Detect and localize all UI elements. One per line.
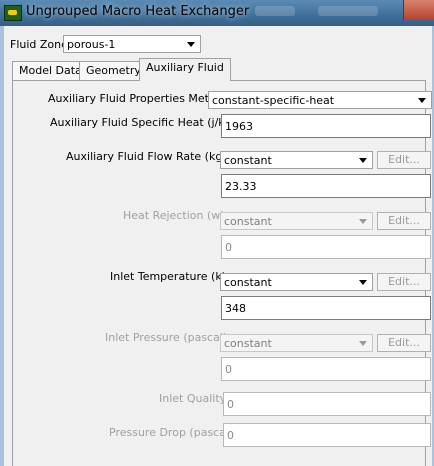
chevron-down-icon — [418, 98, 426, 103]
pressure-drop-value: 0 — [227, 429, 234, 442]
heat-rejection-label: Heat Rejection (w) — [123, 209, 225, 222]
window-title: Ungrouped Macro Heat Exchanger — [26, 4, 250, 19]
inlet-temperature-method-value: constant — [224, 276, 272, 289]
heat-rejection-method-value: constant — [224, 215, 272, 228]
inlet-pressure-input: 0 — [221, 357, 431, 381]
inlet-pressure-edit-button: Edit... — [377, 334, 431, 352]
chevron-down-icon — [359, 158, 367, 163]
inlet-quality-label: Inlet Quality — [159, 392, 227, 405]
heat-rejection-method-dropdown: constant — [220, 212, 373, 230]
flow-rate-edit-button[interactable]: Edit... — [377, 151, 431, 169]
fluid-zone-label: Fluid Zone — [10, 38, 68, 51]
flow-rate-label: Auxiliary Fluid Flow Rate (kg/s) — [66, 150, 237, 163]
properties-method-label: Auxiliary Fluid Properties Method — [48, 92, 230, 105]
titlebar-blur — [255, 6, 295, 16]
flow-rate-value: 23.33 — [225, 180, 257, 193]
inlet-temperature-value: 348 — [225, 302, 246, 315]
tab-auxiliary-fluid[interactable]: Auxiliary Fluid — [139, 58, 231, 81]
fluid-zone-dropdown[interactable]: porous-1 — [63, 35, 201, 53]
flow-rate-method-dropdown[interactable]: constant — [220, 151, 373, 169]
heat-rejection-value: 0 — [225, 241, 232, 254]
heat-rejection-input: 0 — [221, 235, 431, 259]
inlet-temperature-method-dropdown[interactable]: constant — [220, 273, 373, 291]
flow-rate-input[interactable]: 23.33 — [221, 174, 431, 198]
inlet-quality-value: 0 — [227, 398, 234, 411]
tab-model-data[interactable]: Model Data — [12, 61, 89, 80]
close-button[interactable] — [403, 0, 434, 20]
chevron-down-icon — [359, 280, 367, 285]
pressure-drop-input: 0 — [223, 423, 431, 447]
titlebar-blur — [318, 6, 378, 16]
inlet-temperature-label: Inlet Temperature (k) — [110, 270, 226, 283]
heat-rejection-edit-button: Edit... — [377, 212, 431, 230]
inlet-temperature-input[interactable]: 348 — [221, 296, 431, 320]
tab-geometry[interactable]: Geometry — [79, 61, 148, 80]
title-bar: Ungrouped Macro Heat Exchanger — [0, 0, 434, 26]
app-icon — [4, 5, 22, 21]
chevron-down-icon — [359, 341, 367, 346]
properties-method-dropdown[interactable]: constant-specific-heat — [208, 91, 432, 109]
inlet-pressure-value: 0 — [225, 363, 232, 376]
chevron-down-icon — [187, 42, 195, 47]
inlet-pressure-method-dropdown: constant — [220, 334, 373, 352]
specific-heat-label: Auxiliary Fluid Specific Heat (j/kg-k) — [50, 116, 247, 129]
fluid-zone-value: porous-1 — [67, 38, 116, 51]
specific-heat-value: 1963 — [225, 120, 253, 133]
inlet-pressure-label: Inlet Pressure (pascal) — [105, 331, 228, 344]
flow-rate-method-value: constant — [224, 154, 272, 167]
inlet-pressure-method-value: constant — [224, 337, 272, 350]
properties-method-value: constant-specific-heat — [212, 94, 335, 107]
inlet-temperature-edit-button[interactable]: Edit... — [377, 273, 431, 291]
inlet-quality-input: 0 — [223, 392, 431, 416]
pressure-drop-label: Pressure Drop (pascal) — [109, 426, 234, 439]
chevron-down-icon — [359, 219, 367, 224]
specific-heat-input[interactable]: 1963 — [221, 114, 431, 138]
